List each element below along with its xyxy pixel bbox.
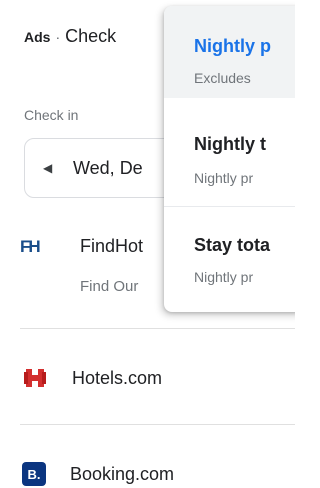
menu-item-title: Stay tota <box>194 235 271 255</box>
provider-name: Booking.com <box>70 463 175 484</box>
check-in-date-value: Wed, De <box>73 157 143 178</box>
provider-row-booking-com[interactable]: B. Booking.com <box>20 462 174 486</box>
price-display-menu: Nightly p Excludes Nightly t Nightly pr … <box>164 6 295 312</box>
ads-label: Ads <box>24 29 51 45</box>
divider <box>20 424 295 425</box>
ads-header: Ads · Check <box>24 26 116 47</box>
booking-com-logo-icon: B. <box>22 462 46 486</box>
menu-item-nightly-price[interactable]: Nightly p Excludes <box>164 6 295 98</box>
check-prices-title: Check <box>65 26 117 46</box>
provider-subtitle: Find Our <box>80 278 139 295</box>
chevron-left-icon[interactable]: ◀ <box>43 161 73 175</box>
menu-item-subtitle: Excludes <box>194 70 251 86</box>
check-in-label: Check in <box>24 107 79 123</box>
divider <box>20 328 295 329</box>
provider-row-findhotel[interactable]: FH FindHot <box>20 236 143 257</box>
findhotel-logo-icon: FH <box>20 236 41 256</box>
menu-item-subtitle: Nightly pr <box>194 170 254 186</box>
menu-item-stay-total[interactable]: Stay tota Nightly pr <box>164 207 295 312</box>
provider-name: Hotels.com <box>72 367 163 388</box>
menu-item-title: Nightly p <box>194 36 271 56</box>
menu-item-title: Nightly t <box>194 134 266 154</box>
provider-row-hotels-com[interactable]: Hotels.com <box>20 366 162 390</box>
hotel-prices-panel: Ads · Check Check in ◀ Wed, De FH FindHo… <box>0 0 295 488</box>
menu-item-subtitle: Nightly pr <box>194 269 254 285</box>
hotels-com-logo-icon <box>24 369 46 387</box>
menu-item-nightly-total[interactable]: Nightly t Nightly pr <box>164 98 295 206</box>
ads-separator: · <box>55 29 61 45</box>
provider-name: FindHot <box>80 236 144 256</box>
